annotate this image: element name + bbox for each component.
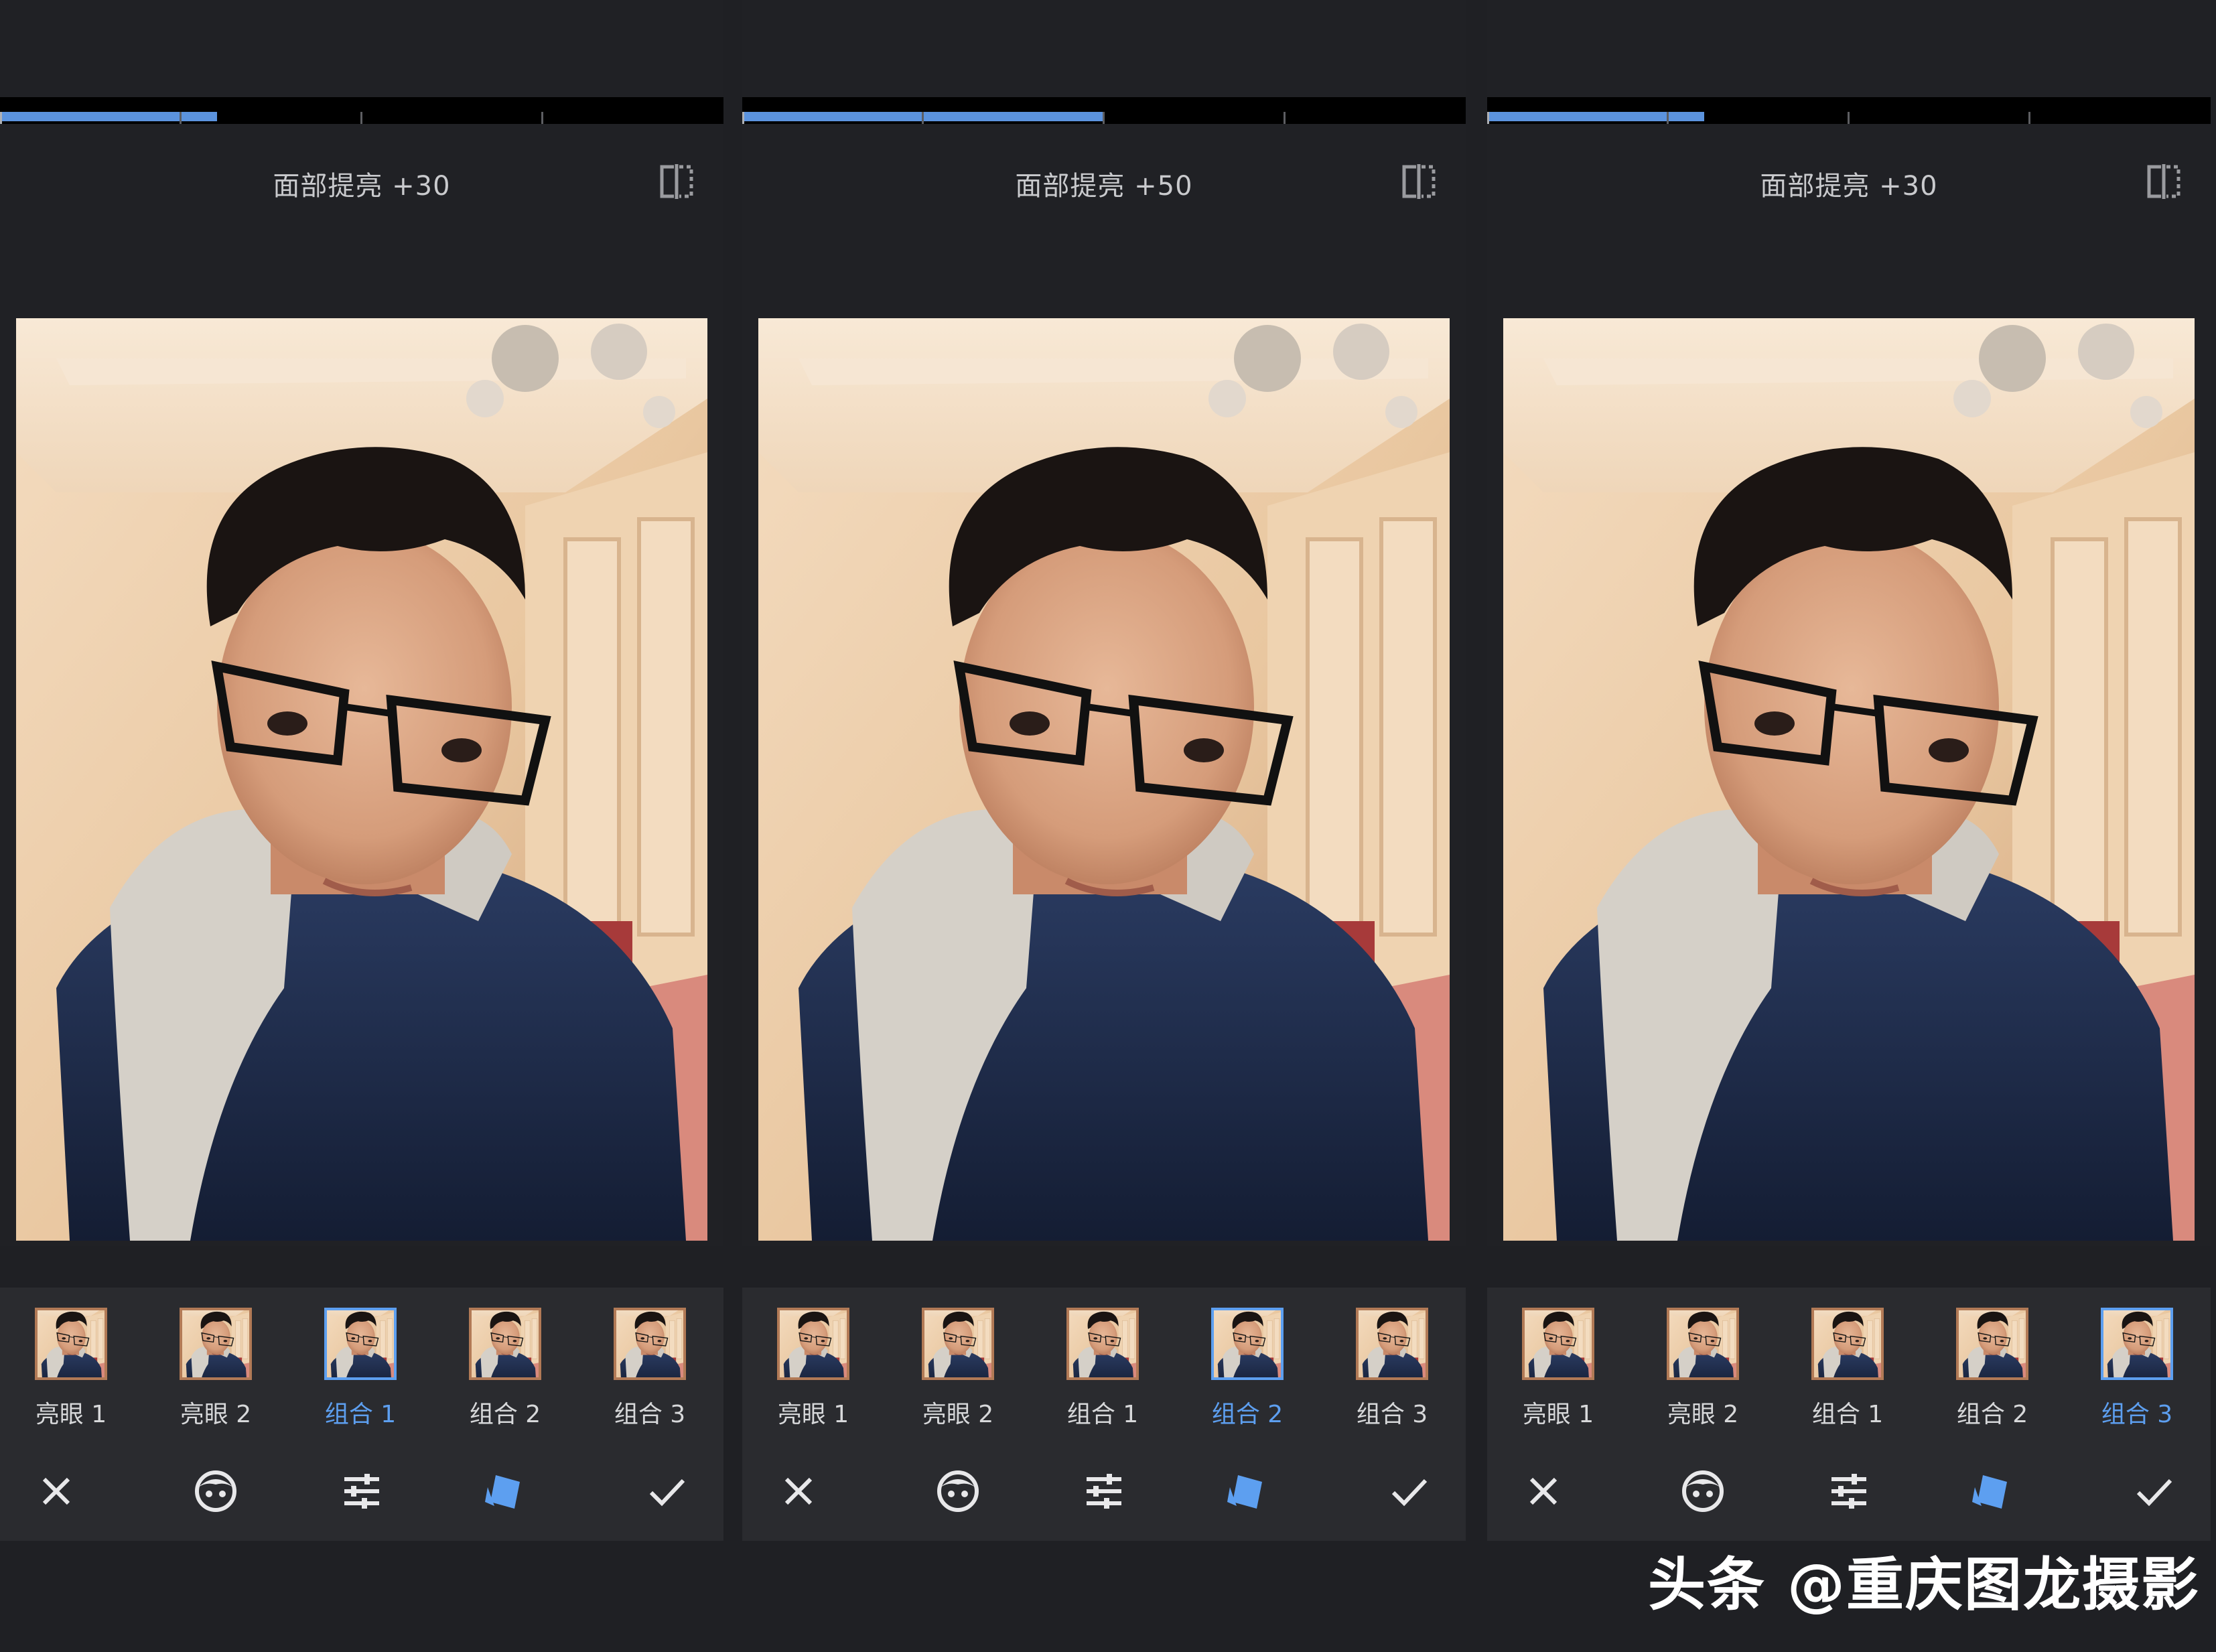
selfie-photo: [16, 318, 707, 1241]
slider-fill: [1487, 112, 1704, 121]
preset-label: 组合 3: [1356, 1401, 1428, 1428]
preset-label: 组合 1: [1811, 1401, 1884, 1428]
photo-canvas: [1487, 318, 2211, 1246]
preset-combo-1[interactable]: 组合 1: [293, 1308, 427, 1430]
check-icon[interactable]: [1385, 1467, 1434, 1515]
preset-thumbnail: [324, 1308, 397, 1380]
preset-label: 亮眼 2: [180, 1401, 252, 1428]
preset-thumbnail: [1211, 1308, 1284, 1380]
preset-thumbnail: [469, 1308, 541, 1380]
adjust-slider[interactable]: [1487, 97, 2211, 139]
preset-thumbnail: [1522, 1308, 1594, 1380]
slider-tick: [1667, 112, 1669, 124]
bottom-toolbar: 亮眼 1 亮眼 2 组合 1 组合 2 组合 3: [1487, 1288, 2211, 1541]
slider-tick: [360, 112, 362, 124]
preset-thumbnail: [614, 1308, 686, 1380]
adjust-value-label: 面部提亮 +30: [273, 171, 451, 202]
preset-label: 组合 1: [1066, 1401, 1139, 1428]
adjust-header: 面部提亮 +30: [0, 124, 723, 318]
face-icon[interactable]: [1679, 1467, 1727, 1515]
close-icon[interactable]: [774, 1467, 823, 1515]
face-icon[interactable]: [192, 1467, 240, 1515]
slider-tick: [1103, 112, 1105, 124]
compare-icon[interactable]: [2144, 163, 2184, 200]
preset-thumbnail: [1667, 1308, 1739, 1380]
preset-bright-eyes-2[interactable]: 亮眼 2: [149, 1308, 283, 1430]
top-spacer: [742, 0, 1466, 97]
preset-label: 组合 3: [614, 1401, 686, 1428]
preset-combo-3[interactable]: 组合 3: [1325, 1308, 1459, 1430]
compare-icon[interactable]: [1399, 163, 1439, 200]
photo-canvas: [0, 318, 723, 1246]
slider-tick: [2028, 112, 2030, 124]
preset-combo-3[interactable]: 组合 3: [583, 1308, 717, 1430]
preset-thumbnail: [1066, 1308, 1139, 1380]
preset-combo-2[interactable]: 组合 2: [1180, 1308, 1314, 1430]
preset-label: 亮眼 2: [1667, 1401, 1739, 1428]
slider-tick: [1284, 112, 1286, 124]
photo-canvas: [742, 318, 1466, 1246]
preset-label: 亮眼 1: [35, 1401, 107, 1428]
preset-thumbnail: [35, 1308, 107, 1380]
bottom-toolbar: 亮眼 1 亮眼 2 组合 1 组合 2 组合 3: [742, 1288, 1466, 1541]
preset-thumbnail: [1356, 1308, 1428, 1380]
check-icon[interactable]: [2130, 1467, 2178, 1515]
compare-icon[interactable]: [656, 163, 697, 200]
preset-label: 组合 2: [1211, 1401, 1284, 1428]
preset-thumbnail: [180, 1308, 252, 1380]
preset-bright-eyes-1[interactable]: 亮眼 1: [746, 1308, 880, 1430]
adjust-slider[interactable]: [0, 97, 723, 139]
check-icon[interactable]: [643, 1467, 691, 1515]
styles-icon[interactable]: [1968, 1467, 2016, 1515]
tune-icon[interactable]: [1080, 1467, 1128, 1515]
editor-panel-2: 面部提亮 +50 亮眼 1 亮眼 2 组合 1 组合 2 组合 3: [742, 0, 1466, 1652]
preset-combo-1[interactable]: 组合 1: [1781, 1308, 1915, 1430]
adjust-header: 面部提亮 +50: [742, 124, 1466, 318]
preset-combo-2[interactable]: 组合 2: [438, 1308, 572, 1430]
preset-bright-eyes-1[interactable]: 亮眼 1: [1491, 1308, 1625, 1430]
editor-panel-1: 面部提亮 +30 亮眼 1 亮眼 2 组合 1 组合 2 组合 3: [0, 0, 723, 1652]
adjust-slider[interactable]: [742, 97, 1466, 139]
preset-label: 组合 2: [469, 1401, 541, 1428]
preset-label: 亮眼 2: [922, 1401, 994, 1428]
selfie-photo: [758, 318, 1450, 1241]
preset-bright-eyes-2[interactable]: 亮眼 2: [891, 1308, 1025, 1430]
styles-icon[interactable]: [1223, 1467, 1271, 1515]
selfie-photo: [1503, 318, 2195, 1241]
bottom-toolbar: 亮眼 1 亮眼 2 组合 1 组合 2 组合 3: [0, 1288, 723, 1541]
styles-icon[interactable]: [481, 1467, 529, 1515]
preset-bright-eyes-2[interactable]: 亮眼 2: [1636, 1308, 1770, 1430]
adjust-header: 面部提亮 +30: [1487, 124, 2211, 318]
preset-thumbnail: [1811, 1308, 1884, 1380]
top-spacer: [1487, 0, 2211, 97]
adjust-value-label: 面部提亮 +50: [1015, 171, 1193, 202]
watermark: 头条 @重庆图龙摄影: [1648, 1552, 2200, 1619]
close-icon[interactable]: [1519, 1467, 1568, 1515]
preset-label: 亮眼 1: [1522, 1401, 1594, 1428]
preset-label: 亮眼 1: [777, 1401, 849, 1428]
preset-label: 组合 1: [324, 1401, 397, 1428]
preset-label: 组合 3: [2101, 1401, 2173, 1428]
editor-panel-3: 面部提亮 +30 亮眼 1 亮眼 2 组合 1 组合 2 组合 3: [1487, 0, 2211, 1652]
preset-combo-1[interactable]: 组合 1: [1036, 1308, 1170, 1430]
preset-label: 组合 2: [1956, 1401, 2028, 1428]
preset-thumbnail: [922, 1308, 994, 1380]
close-icon[interactable]: [32, 1467, 80, 1515]
slider-tick: [541, 112, 543, 124]
preset-thumbnail: [2101, 1308, 2173, 1380]
adjust-value-label: 面部提亮 +30: [1760, 171, 1938, 202]
preset-combo-2[interactable]: 组合 2: [1925, 1308, 2059, 1430]
slider-tick: [1848, 112, 1850, 124]
face-icon[interactable]: [934, 1467, 982, 1515]
preset-bright-eyes-1[interactable]: 亮眼 1: [4, 1308, 138, 1430]
slider-tick: [922, 112, 924, 124]
preset-thumbnail: [1956, 1308, 2028, 1380]
top-spacer: [0, 0, 723, 97]
tune-icon[interactable]: [338, 1467, 386, 1515]
preset-thumbnail: [777, 1308, 849, 1380]
slider-tick: [180, 112, 182, 124]
tune-icon[interactable]: [1825, 1467, 1873, 1515]
slider-fill: [0, 112, 217, 121]
preset-combo-3[interactable]: 组合 3: [2070, 1308, 2204, 1430]
